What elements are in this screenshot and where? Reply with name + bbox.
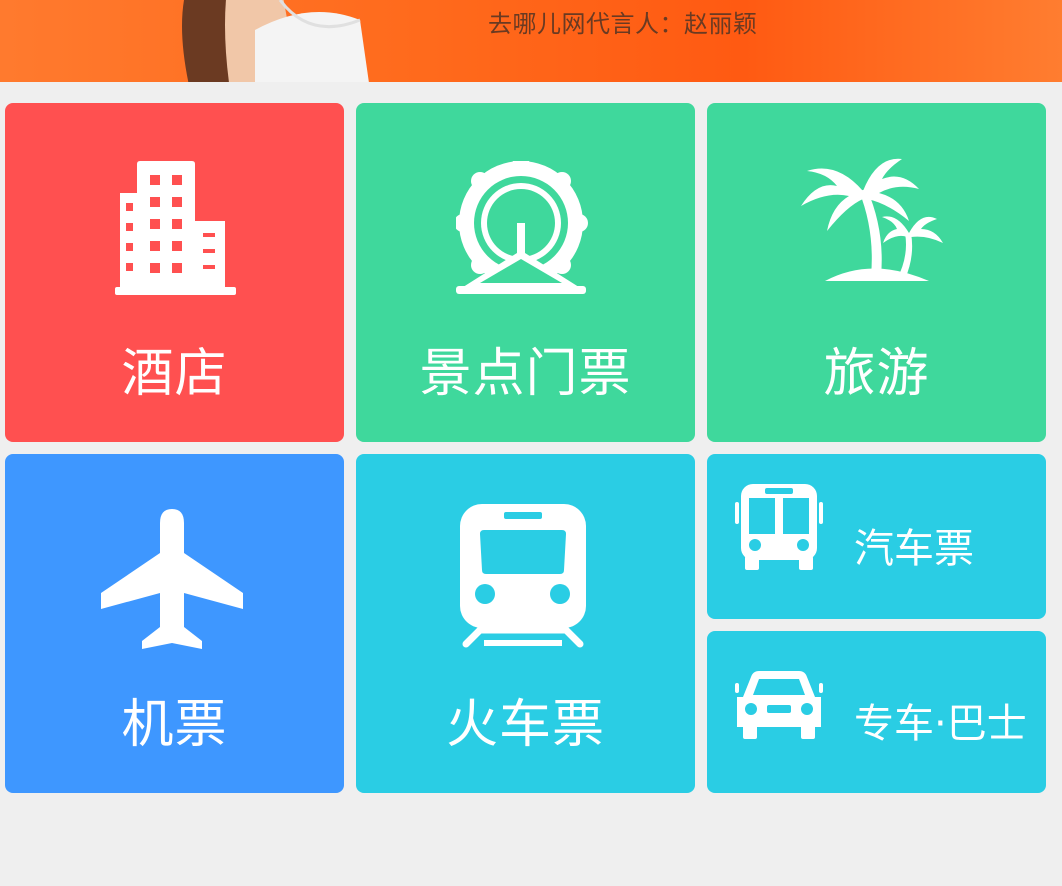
hotel-tile[interactable]: 酒店 — [5, 103, 344, 442]
airplane-icon — [101, 509, 243, 649]
car-tile[interactable]: 专车·巴士 — [707, 631, 1046, 793]
ferris-wheel-icon — [456, 161, 588, 294]
hotel-label: 酒店 — [121, 344, 228, 404]
flight-label: 机票 — [121, 695, 228, 755]
train-tile[interactable]: 火车票 — [356, 454, 695, 793]
scenic-tickets-label: 景点门票 — [419, 344, 632, 404]
spokesperson-image — [182, 0, 369, 82]
bus-tile[interactable]: 汽车票 — [707, 454, 1046, 619]
top-banner[interactable]: 去哪儿网代言人：赵丽颖 — [0, 0, 1062, 82]
banner-caption: 去哪儿网代言人：赵丽颖 — [488, 10, 758, 38]
bus-icon — [735, 484, 823, 570]
scenic-tickets-tile[interactable]: 景点门票 — [356, 103, 695, 442]
car-icon — [735, 671, 823, 739]
flight-tile[interactable]: 机票 — [5, 454, 344, 793]
palm-tree-icon — [801, 158, 943, 281]
car-label: 专车·巴士 — [854, 701, 1027, 747]
travel-tile[interactable]: 旅游 — [707, 103, 1046, 442]
building-icon — [115, 161, 236, 295]
travel-label: 旅游 — [823, 344, 930, 404]
train-icon — [460, 504, 586, 648]
bus-label: 汽车票 — [854, 526, 974, 572]
train-label: 火车票 — [445, 695, 605, 755]
